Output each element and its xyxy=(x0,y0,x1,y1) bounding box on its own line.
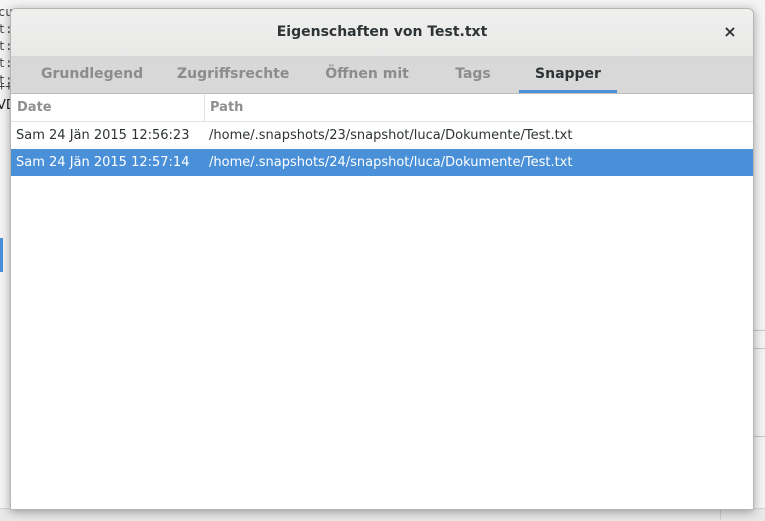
tab-snapper[interactable]: Snapper xyxy=(519,57,617,93)
background-selection-strip xyxy=(0,238,3,272)
close-button[interactable]: × xyxy=(719,21,741,43)
table-row[interactable]: Sam 24 Jän 2015 12:56:23 /home/.snapshot… xyxy=(11,122,753,149)
table-row-selected[interactable]: Sam 24 Jän 2015 12:57:14 /home/.snapshot… xyxy=(11,149,753,176)
column-separator[interactable] xyxy=(204,94,205,121)
dialog-title: Eigenschaften von Test.txt xyxy=(276,24,488,40)
dialog-titlebar[interactable]: Eigenschaften von Test.txt × xyxy=(11,9,753,57)
tab-oeffnen-mit[interactable]: Öffnen mit xyxy=(325,57,409,91)
column-header-date[interactable]: Date xyxy=(17,94,52,121)
row-path: /home/.snapshots/24/snapshot/luca/Dokume… xyxy=(209,155,573,170)
tab-tags[interactable]: Tags xyxy=(451,57,495,91)
tab-grundlegend[interactable]: Grundlegend xyxy=(41,57,143,91)
column-header-path[interactable]: Path xyxy=(210,94,243,121)
row-date: Sam 24 Jän 2015 12:56:23 xyxy=(16,128,190,143)
tab-bar: Grundlegend Zugriffsrechte Öffnen mit Ta… xyxy=(11,57,753,94)
close-icon: × xyxy=(723,22,737,41)
tab-zugriffsrechte[interactable]: Zugriffsrechte xyxy=(177,57,289,91)
row-path: /home/.snapshots/23/snapshot/luca/Dokume… xyxy=(209,128,573,143)
properties-dialog: Eigenschaften von Test.txt × Grundlegend… xyxy=(10,8,754,510)
row-date: Sam 24 Jän 2015 12:57:14 xyxy=(16,155,190,170)
table-header: Date Path xyxy=(11,94,753,122)
